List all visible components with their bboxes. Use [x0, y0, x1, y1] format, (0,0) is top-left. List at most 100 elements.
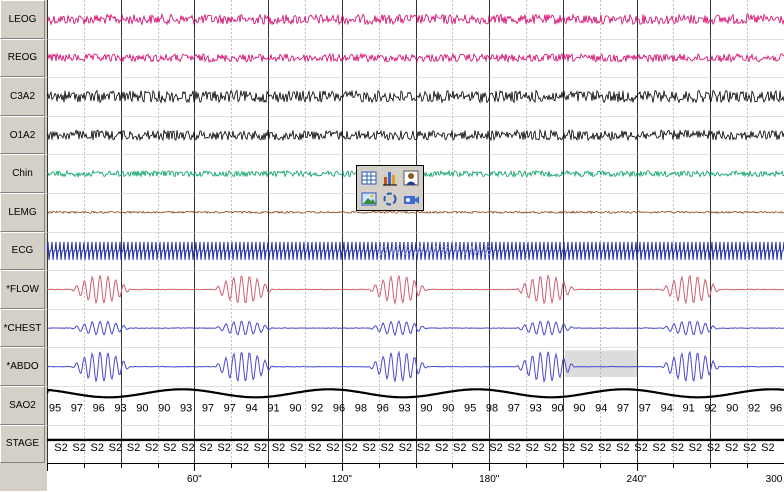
stage-value: S2 — [507, 442, 520, 454]
sao2-value: 94 — [246, 402, 258, 414]
stage-value: S2 — [91, 442, 104, 454]
stage-value: S2 — [399, 442, 412, 454]
sao2-value: 93 — [180, 402, 192, 414]
refresh-icon[interactable] — [381, 190, 399, 208]
time-tick — [600, 464, 601, 468]
person-icon[interactable] — [402, 169, 420, 187]
sao2-value: 97 — [617, 402, 629, 414]
channel-label-chest[interactable]: *CHEST — [0, 308, 45, 348]
channel-label-chin[interactable]: Chin — [0, 154, 45, 193]
stage-value: S2 — [217, 442, 230, 454]
channel-label-lemg[interactable]: LEMG — [0, 193, 45, 232]
sao2-value: 90 — [442, 402, 454, 414]
sao2-value: 96 — [93, 402, 105, 414]
channel-label-panel: LEOG REOG C3A2 O1A2 Chin LEMG ECG *FLOW *CHEST *A… — [0, 0, 47, 464]
selection-highlight — [565, 350, 637, 377]
sao2-value: 92 — [704, 402, 716, 414]
time-tick — [379, 464, 380, 468]
channel-label-flow[interactable]: *FLOW — [0, 270, 45, 309]
stage-value: S2 — [254, 442, 267, 454]
bar-chart-icon[interactable] — [381, 169, 399, 187]
sao2-value: 93 — [530, 402, 542, 414]
time-tick-label: 240" — [626, 474, 647, 485]
stage-value: S2 — [308, 442, 321, 454]
stage-value: S2 — [181, 442, 194, 454]
sao2-value: 97 — [508, 402, 520, 414]
time-tick — [342, 464, 343, 471]
sao2-value: 92 — [311, 402, 323, 414]
stage-value: S2 — [381, 442, 394, 454]
watermark: DREAMSTIME — [379, 243, 496, 258]
stage-value: S2 — [526, 442, 539, 454]
sao2-value: 98 — [355, 402, 367, 414]
sao2-value: 91 — [682, 402, 694, 414]
stage-value: S2 — [54, 442, 67, 454]
sao2-value: 90 — [420, 402, 432, 414]
time-tick — [452, 464, 453, 468]
stage-value: S2 — [562, 442, 575, 454]
sao2-value: 91 — [267, 402, 279, 414]
stage-value: S2 — [145, 442, 158, 454]
time-tick — [47, 464, 48, 471]
time-tick-label: 180" — [479, 474, 500, 485]
time-tick — [673, 464, 674, 468]
time-tick — [637, 464, 638, 471]
image-icon[interactable] — [360, 190, 378, 208]
channel-label-reog[interactable]: REOG — [0, 38, 45, 78]
sao2-value: 90 — [136, 402, 148, 414]
sao2-value: 96 — [377, 402, 389, 414]
channel-label-sao2[interactable]: SAO2 — [0, 386, 45, 425]
stage-value: S2 — [598, 442, 611, 454]
stage-value: S2 — [634, 442, 647, 454]
signal-plot-area[interactable]: 95 97 96 93 90 90 93 97 97 94 91 90 92 96 98 96 93 90 90 95… — [47, 0, 784, 463]
channel-label-abdo[interactable]: *ABDO — [0, 347, 45, 386]
stage-value: S2 — [272, 442, 285, 454]
time-tick — [526, 464, 527, 468]
sao2-value: 90 — [573, 402, 585, 414]
channel-label-ecg[interactable]: ECG — [0, 231, 45, 271]
stage-value: S2 — [671, 442, 684, 454]
time-tick — [305, 464, 306, 468]
stage-value: S2 — [290, 442, 303, 454]
time-tick — [710, 464, 711, 468]
time-tick — [158, 464, 159, 468]
sao2-value: 93 — [398, 402, 410, 414]
channel-label-o1a2[interactable]: O1A2 — [0, 115, 45, 155]
time-tick — [563, 464, 564, 468]
sao2-value: 98 — [486, 402, 498, 414]
trace-leog — [47, 12, 784, 26]
stage-value: S2 — [199, 442, 212, 454]
trace-o1a2 — [47, 128, 784, 142]
stage-value: S2 — [489, 442, 502, 454]
sao2-value: 96 — [333, 402, 345, 414]
stage-value: S2 — [707, 442, 720, 454]
stage-value: S2 — [326, 442, 339, 454]
sao2-value: 92 — [748, 402, 760, 414]
sao2-value: 93 — [114, 402, 126, 414]
time-tick — [84, 464, 85, 468]
sao2-value: 90 — [551, 402, 563, 414]
time-tick — [747, 464, 748, 468]
sao2-value: 96 — [770, 402, 782, 414]
trace-reog — [47, 52, 784, 64]
time-tick — [489, 464, 490, 471]
stage-value: S2 — [725, 442, 738, 454]
sao2-value: 95 — [464, 402, 476, 414]
sao2-value: 97 — [639, 402, 651, 414]
stage-value: S2 — [362, 442, 375, 454]
table-icon[interactable] — [360, 169, 378, 187]
sao2-value: 97 — [71, 402, 83, 414]
time-tick — [194, 464, 195, 471]
channel-label-stage[interactable]: STAGE — [0, 424, 45, 464]
camera-icon[interactable] — [402, 190, 420, 208]
stage-value: S2 — [236, 442, 249, 454]
channel-label-c3a2[interactable]: C3A2 — [0, 77, 45, 116]
stage-value: S2 — [72, 442, 85, 454]
stage-value: S2 — [580, 442, 593, 454]
stage-value: S2 — [616, 442, 629, 454]
sao2-value: 95 — [49, 402, 61, 414]
channel-label-leog[interactable]: LEOG — [0, 0, 45, 39]
sao2-value: 97 — [202, 402, 214, 414]
floating-toolbox — [356, 165, 424, 211]
stage-value: S2 — [453, 442, 466, 454]
